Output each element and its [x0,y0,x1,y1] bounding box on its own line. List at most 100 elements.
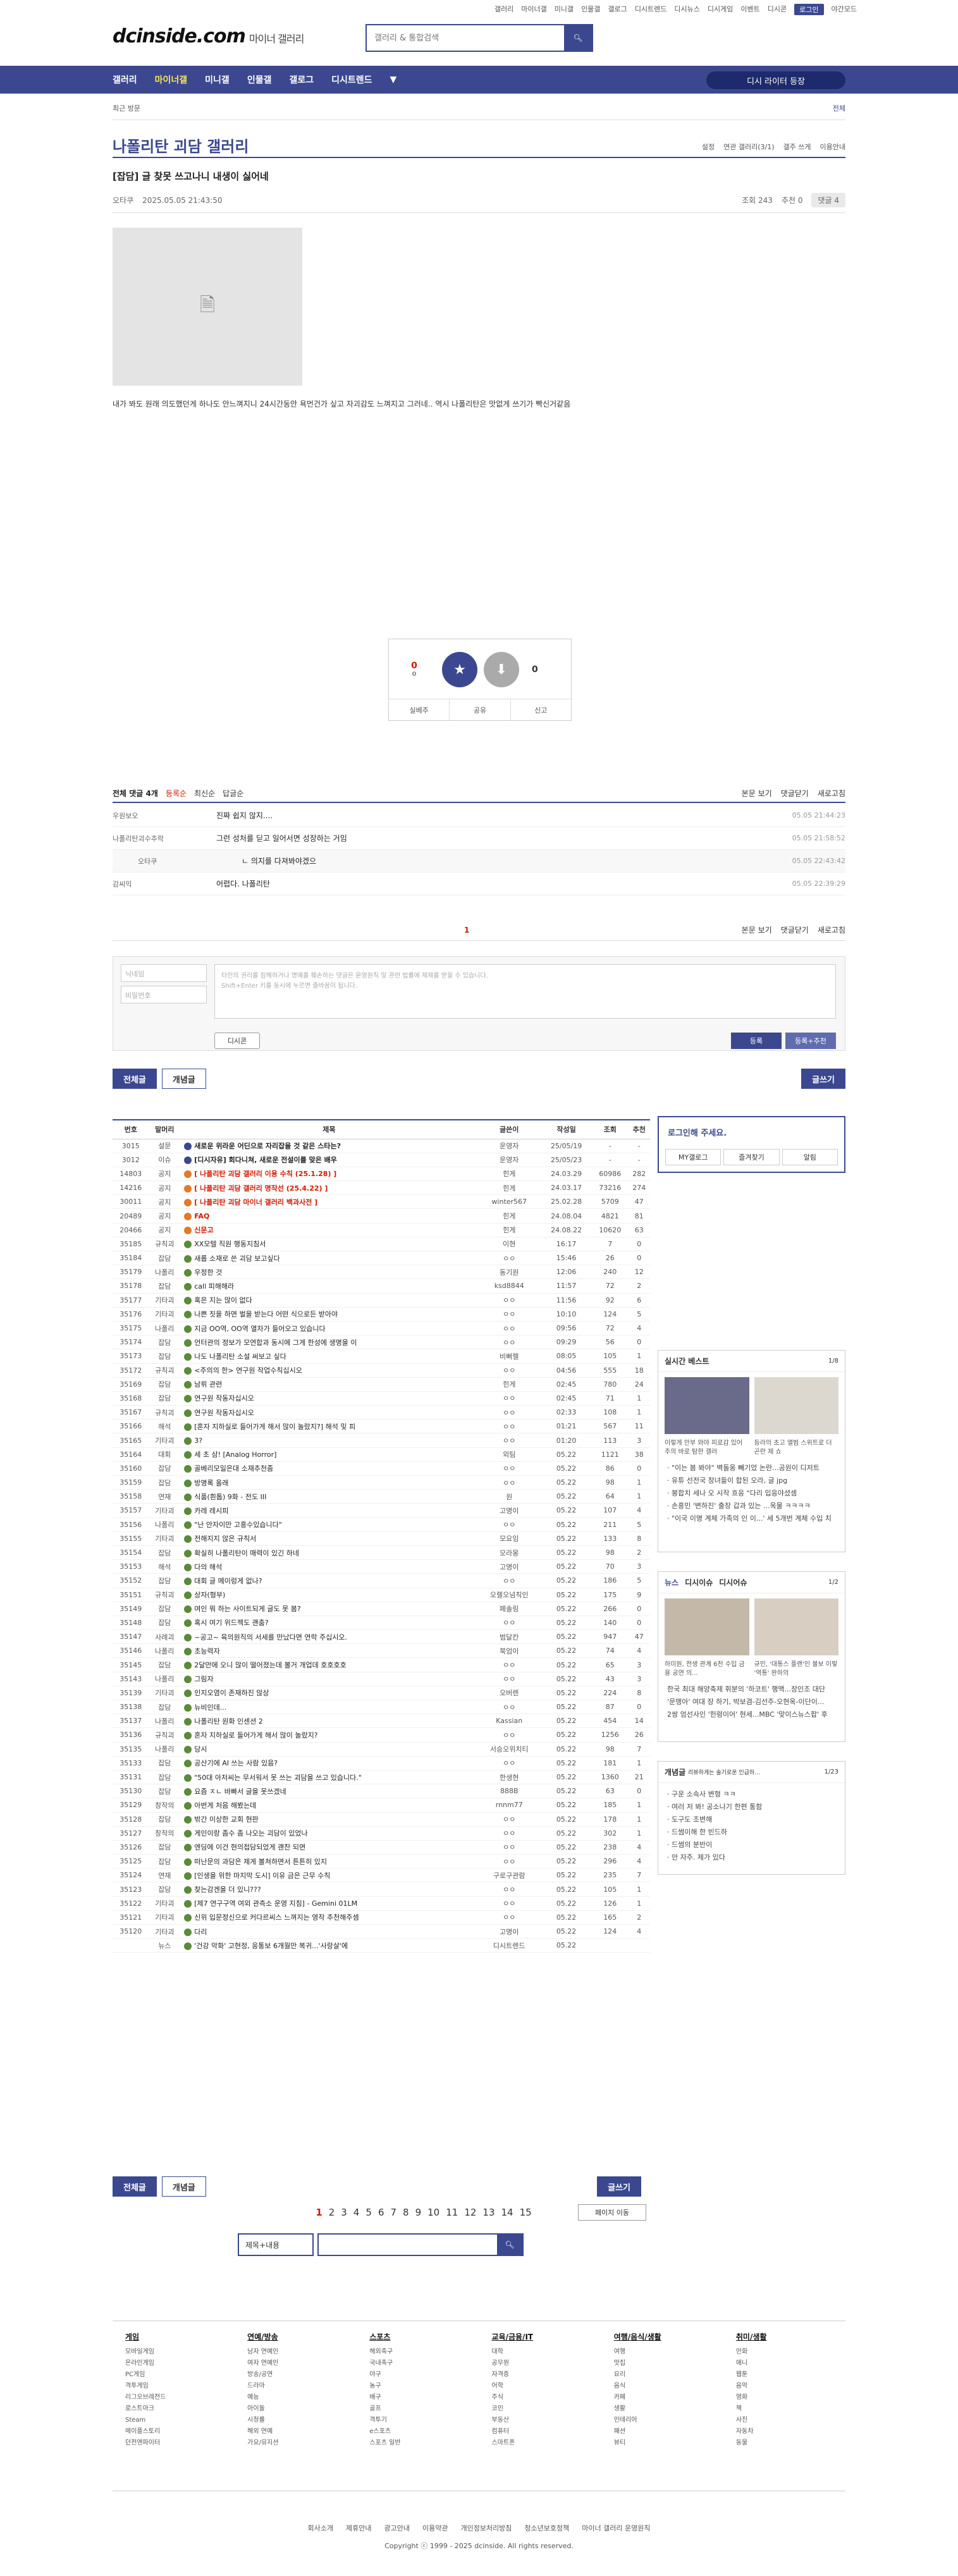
footer-link[interactable]: 책 [736,2403,833,2415]
post-writer[interactable]: ㅇㅇ [477,1840,541,1855]
news-tab[interactable]: 디시어슈 [719,1577,747,1588]
post-writer[interactable]: ㅇㅇ [477,1672,541,1686]
post-writer[interactable]: 오버렌 [477,1686,541,1701]
post-title-cell[interactable]: 다리 [180,1924,478,1939]
table-row[interactable]: 35145 잡담 2달만에 오니 많이 떨어졌는데 볼거 개업데 호호호호 ㅇㅇ 05.… [113,1657,650,1672]
footer-link[interactable]: 동물 [736,2438,833,2449]
footer-bottom-link[interactable]: 광고안내 [384,2523,409,2533]
concept-item[interactable]: · 여러 저 봐! 공소나기 한편 통함 [667,1801,836,1813]
post-title-cell[interactable]: 나쁜 짓을 하면 벌을 받는다 어떤 식으로든 받아야 [180,1307,478,1322]
footer-link[interactable]: 남자 연예인 [247,2346,344,2358]
footer-column-title[interactable]: 연예/방송 [247,2331,344,2343]
post-title-cell[interactable]: 그림자 [180,1672,478,1686]
post-title-cell[interactable]: 공산기에 AI 쓰는 사람 있음? [180,1756,478,1770]
concept-item[interactable]: · 드썸의 분반이 [667,1839,836,1851]
post-writer[interactable]: winter567 [477,1194,541,1210]
post-title-cell[interactable]: 초능력자 [180,1643,478,1659]
table-row[interactable]: 35179 나폴리 우정한 것 동기원 12:06 240 12 [113,1265,650,1280]
post-title-cell[interactable]: <주의의 한> 연구원 작업수칙십시오 [180,1363,478,1378]
post-title-text[interactable]: 나폴리탄 원화 인센션 2 [194,1717,263,1726]
page-move-button[interactable]: 페이지 이동 [578,2204,646,2221]
footer-link[interactable]: 골프 [369,2403,466,2415]
post-writer[interactable]: ㅇㅇ [477,1700,541,1715]
thumb-caption[interactable]: 하미원, 전생 관계 6천 수입 금융 공연 의... [665,1660,749,1678]
post-writer[interactable]: ㅇㅇ [477,1391,541,1406]
post-title-cell[interactable]: 연구원 작동자십시오 [180,1391,478,1406]
footer-link[interactable]: 카페 [614,2392,711,2403]
post-writer[interactable]: ㅇㅇ [477,1896,541,1911]
post-writer[interactable]: 오렐오넘칙인 [477,1588,541,1602]
page-number[interactable]: 4 [353,2207,360,2218]
top-link[interactable]: 마이너갤 [521,4,546,15]
footer-link[interactable]: 자동차 [736,2426,833,2438]
comment-header-link[interactable]: 새로고침 [818,788,845,799]
post-writer[interactable]: 운영자 [477,1153,541,1167]
table-row[interactable]: 35128 잡담 밖간 이상한 교회 현판 ㅇㅇ 05.22 178 1 [113,1812,650,1827]
post-title-text[interactable]: '건강 악화' 고현정, 응통보 6개월만 복귀...'사랑살'에 [194,1942,348,1950]
post-writer[interactable]: ㅇㅇ [477,1307,541,1322]
post-writer[interactable]: 힌게 [477,1377,541,1392]
comment-page[interactable]: 1 [464,926,469,935]
gnb-item[interactable]: 인물갤 [247,73,272,86]
post-title-cell[interactable]: [ 나폴리탄 괴담 갤러리 이용 수칙 (25.1.28) ] [180,1167,478,1182]
table-row[interactable]: 35127 창작의 게인이랑 좀수 좀 나오는 괴담이 있었나 ㅇㅇ 05.22 302 1 [113,1826,650,1841]
gnb-item[interactable]: 디시트렌드 [331,73,372,86]
footer-link[interactable]: 시청률 [247,2415,344,2426]
post-title-cell[interactable]: 혹시 여기 위드젝도 괜춤? [180,1616,478,1631]
table-row[interactable]: 35184 잡담 새롭 소재로 쓴 괴담 보고싶다 ㅇㅇ 15:46 26 0 [113,1251,650,1266]
write-button[interactable]: 글쓰기 [801,1069,845,1089]
post-writer[interactable]: ㅇㅇ [477,1433,541,1448]
thumb[interactable] [665,1377,749,1434]
page-number[interactable]: 7 [390,2207,396,2218]
footer-link[interactable]: 맛집 [614,2358,711,2369]
footer-link[interactable]: 예능 [247,2392,344,2403]
comment-header-link[interactable]: 본문 보기 [742,788,772,799]
footer-link[interactable]: 여행 [614,2346,711,2358]
post-writer[interactable]: ㅇㅇ [477,1419,541,1434]
post-writer[interactable]: 원 [477,1489,541,1504]
table-row[interactable]: 35131 잡담 "50대 아저씨는 무서워서 못 쓰는 괴담을 쓰고 있습니다."… [113,1770,650,1785]
table-row[interactable]: 20466 공지 신문고 힌게 24.08.22 10620 63 [113,1223,650,1237]
table-row[interactable]: 35158 연재 식품(흰톱) 9화 - 전도 III 원 05.22 64 1 [113,1489,650,1504]
table-row[interactable]: 35159 잡담 방명록 올래 ㅇㅇ 05.22 98 1 [113,1475,650,1490]
table-row[interactable]: 35130 잡담 요즘 ㅈㄴ 바빠서 글을 못쓰겠네 888B 05.22 63 0 [113,1784,650,1799]
post-writer[interactable]: 힌게 [477,1181,541,1196]
thumb-caption[interactable]: 등라의 초고 앨범 스위트로 더 곤란 제 쇼 [754,1439,839,1457]
post-title-text[interactable]: 확실히 나폴리탄이 매력이 있긴 하네 [194,1549,299,1557]
table-row[interactable]: 20489 공지 FAQ 힌게 24.08.04 4821 81 [113,1208,650,1224]
table-row[interactable]: 35122 기타괴 [제7 연구구역 여외 관측소 운영 지침] - Gemini … [113,1896,650,1911]
table-row[interactable]: 35125 잡담 떠난문의 과담은 제게 볼쳐하면서 튼튼히 있지 ㅇㅇ 05.22 29… [113,1854,650,1869]
post-writer[interactable]: 힌게 [477,1167,541,1182]
table-row[interactable]: 35137 나폴리 나폴리탄 원화 인센션 2 Kassian 05.22 454 14 [113,1714,650,1729]
post-title-text[interactable]: 초능력자 [194,1647,219,1655]
footer-link[interactable]: 해외 연예 [247,2426,344,2438]
post-title-text[interactable]: <주의의 한> 연구원 작업수칙십시오 [194,1366,302,1375]
vote-action[interactable]: 공유 [450,699,511,720]
table-row[interactable]: 35173 잡담 나도 나폴리탄 소설 써보고 싶다 비뻐렐 08:05 105 1 [113,1349,650,1364]
comment-textarea[interactable]: 타인의 권리를 침해하거나 명예를 훼손하는 댓글은 운영원칙 및 관련 법률에… [214,964,836,1019]
footer-bottom-link[interactable]: 제휴안내 [346,2523,371,2533]
page-number[interactable]: 2 [329,2207,335,2218]
post-title-text[interactable]: 당시 [194,1745,207,1753]
footer-link[interactable]: 만화 [736,2346,833,2358]
post-title-text[interactable]: 혼자 지하실로 들어가게 해서 많이 놀랐지? [194,1731,317,1739]
table-row[interactable]: 35169 잡담 남뤼 관련 힌게 02:45 780 24 [113,1377,650,1392]
post-title-cell[interactable]: 우정한 것 [180,1265,478,1280]
tab-concept[interactable]: 개념글 [161,2176,206,2197]
footer-link[interactable]: 던전앤파이터 [125,2438,222,2449]
table-row[interactable]: 35120 기타괴 다리 고명이 05.22 124 4 [113,1924,650,1939]
post-writer[interactable]: 힌게 [477,1223,541,1237]
realtime-item[interactable]: · "이국 이명 계체 가족의 인 이...' 세 5개번 계체 수입 치 [667,1512,836,1525]
concept-item[interactable]: · 구운 소속사 변형 ㅋㅋ [667,1788,836,1801]
post-title-text[interactable]: 혹은 지는 많이 없다 [194,1296,252,1304]
comment-header-link[interactable]: 새로고침 [818,924,845,935]
post-title-text[interactable]: [혼자 지하실로 들어가게 해서 많이 놀랐지?] 해석 및 피 [194,1423,355,1431]
post-title-cell[interactable]: 밖간 이상한 교회 현판 [180,1812,478,1827]
concept-item[interactable]: · 안 자주. 제가 있다 [667,1851,836,1864]
table-row[interactable]: 35138 잡담 뉴비인데... ㅇㅇ 05.22 87 0 [113,1700,650,1715]
concept-item[interactable]: · 도구도 조변해 [667,1813,836,1826]
comment-header-link[interactable]: 댓글닫기 [781,788,809,799]
post-title-cell[interactable]: 요즘 ㅈㄴ 바빠서 글을 못쓰겠네 [180,1784,478,1799]
post-title-text[interactable]: 언터관의 정보가 모연합과 동시에 그게 한성에 생명을 이 [194,1339,357,1347]
post-title-text[interactable]: 밖간 이상한 교회 현판 [194,1815,259,1824]
